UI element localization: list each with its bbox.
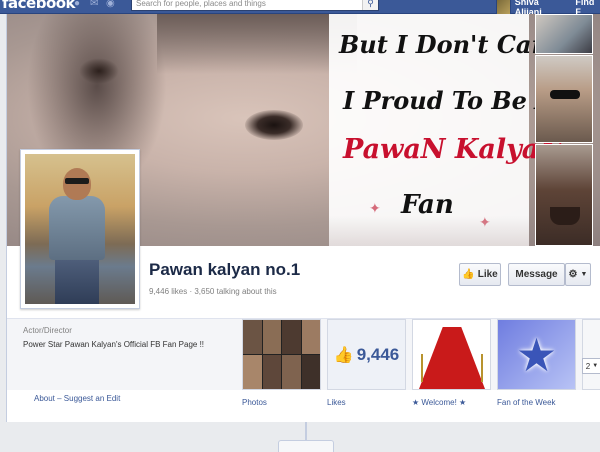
notifications-icon[interactable]: ◉	[106, 0, 118, 9]
gear-icon: ⚙	[568, 269, 578, 280]
more-apps-button[interactable]: 2 ▼	[582, 358, 600, 374]
likes-count: 9,446	[356, 344, 400, 364]
cover-quote-panel: But I Don't Care I Proud To Be A PawaN K…	[329, 14, 564, 246]
more-apps-count: 2	[585, 361, 591, 371]
search-icon[interactable]: ⚲	[362, 0, 378, 10]
cover-eye-left	[79, 58, 119, 84]
star-icon: ★	[515, 328, 558, 381]
welcome-tile[interactable]	[412, 319, 491, 390]
messages-icon[interactable]: ✉	[90, 0, 102, 9]
thumbs-up-icon: 👍	[462, 269, 475, 280]
like-button-label: Like	[477, 269, 498, 280]
cover-eye-right	[245, 110, 303, 140]
thumbs-up-icon: 👍	[333, 346, 354, 364]
profile-picture-image	[25, 154, 135, 304]
red-carpet-image	[419, 327, 485, 389]
friends-icon[interactable]: ●	[74, 0, 86, 9]
cover-hair	[157, 14, 357, 74]
cover-thumbnail	[535, 144, 593, 246]
timeline-spine-cap	[278, 440, 334, 452]
notification-jewels: ● ✉ ◉	[74, 0, 118, 9]
more-tiles-area	[582, 319, 600, 390]
message-button[interactable]: Message	[508, 263, 565, 286]
avatar[interactable]	[496, 0, 511, 15]
fan-of-the-week-label[interactable]: Fan of the Week	[497, 398, 556, 407]
search-placeholder: Search for people, places and things	[136, 0, 266, 8]
cover-thumbnail	[535, 14, 593, 54]
likes-tile-label[interactable]: Likes	[327, 398, 346, 407]
chevron-down-icon: ▼	[580, 271, 588, 278]
sparkle-icon: ✦	[369, 200, 381, 216]
like-button[interactable]: 👍 Like	[459, 263, 501, 286]
cover-thumbnail	[535, 55, 593, 143]
cover-thumbnail-column	[535, 14, 600, 246]
top-navigation-bar: facebook ● ✉ ◉ Search for people, places…	[0, 0, 600, 17]
sparkle-icon: ✦	[479, 214, 491, 230]
page-title: Pawan kalyan no.1	[149, 260, 301, 279]
quote-line-1: But I Don't Care	[339, 30, 560, 59]
facebook-logo[interactable]: facebook	[2, 0, 76, 12]
fan-of-the-week-tile[interactable]: ★	[497, 319, 576, 390]
photos-tile[interactable]	[242, 319, 321, 390]
welcome-tile-label[interactable]: ★ Welcome! ★	[412, 398, 466, 407]
message-button-label: Message	[515, 269, 558, 280]
page-category: Actor/Director	[23, 326, 72, 335]
profile-picture[interactable]	[20, 149, 140, 309]
quote-line-3: PawaN KalyaN	[343, 134, 564, 165]
likes-tile[interactable]: 👍 9,446	[327, 319, 406, 390]
about-suggest-edit-link[interactable]: About – Suggest an Edit	[34, 394, 120, 403]
quote-line-2: I Proud To Be A	[343, 86, 554, 115]
photos-tile-label[interactable]: Photos	[242, 398, 267, 407]
page-stats: 9,446 likes · 3,650 talking about this	[149, 287, 277, 296]
settings-dropdown-button[interactable]: ⚙ ▼	[565, 263, 591, 286]
search-input[interactable]: Search for people, places and things ⚲	[131, 0, 379, 11]
timeline: But I Don't Care I Proud To Be A PawaN K…	[6, 14, 600, 422]
chevron-down-icon: ▼	[592, 363, 599, 369]
page-description: Power Star Pawan Kalyan's Official FB Fa…	[23, 340, 205, 349]
quote-line-4: Fan	[401, 190, 454, 220]
about-box: Actor/Director Power Star Pawan Kalyan's…	[15, 320, 235, 390]
timeline-spine	[305, 422, 307, 440]
